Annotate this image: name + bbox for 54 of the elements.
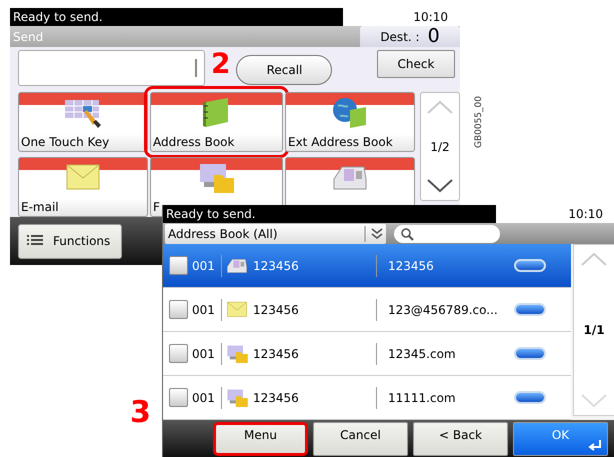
entry-name: 123456 — [253, 258, 300, 273]
enter-icon — [588, 440, 602, 452]
address-row[interactable]: 001 123456 12345.com — [163, 332, 572, 376]
page-indicator: 1/1 — [584, 323, 605, 338]
row-checkbox[interactable] — [169, 300, 188, 320]
detail-button[interactable] — [514, 303, 546, 316]
page-indicator: 1/2 — [430, 140, 450, 154]
row-checkbox[interactable] — [169, 256, 188, 276]
entry-address: 123@456789.co... — [388, 302, 499, 317]
destination-tile[interactable]: E-mail — [18, 157, 148, 218]
entry-address: 11111.com — [388, 390, 457, 405]
check-button[interactable]: Check — [377, 50, 455, 78]
detail-button[interactable] — [514, 259, 546, 272]
functions-button[interactable]: Functions — [18, 224, 122, 259]
detail-button[interactable] — [514, 391, 546, 404]
address-book-dropdown[interactable]: Address Book (All) — [165, 224, 386, 244]
destination-label: Dest. : — [380, 30, 420, 44]
entry-number: 001 — [192, 346, 216, 361]
address-row[interactable]: 001 123456 11111.com — [163, 376, 572, 420]
destination-tile[interactable]: Ext Address Book — [285, 92, 415, 152]
folder-icon — [225, 342, 249, 365]
entry-name: 123456 — [253, 346, 300, 361]
entry-address: 123456 — [388, 258, 435, 273]
status-message: Ready to send. — [10, 8, 343, 26]
search-icon — [400, 226, 414, 241]
row-checkbox[interactable] — [169, 344, 188, 364]
action-button[interactable]: OK — [513, 422, 608, 456]
entry-address: 12345.com — [388, 346, 457, 361]
entry-number: 001 — [192, 302, 216, 317]
status-message: Ready to send. — [163, 205, 496, 223]
recall-button[interactable]: Recall — [236, 55, 332, 86]
address-row[interactable]: 001 123456 123456 — [163, 244, 572, 288]
destination-tile[interactable]: One Touch Key — [18, 92, 148, 152]
action-button[interactable]: Menu — [213, 422, 308, 456]
detail-button[interactable] — [514, 347, 546, 360]
step-number: 3 — [130, 398, 151, 428]
action-button[interactable]: < Back — [413, 422, 508, 456]
address-row[interactable]: 001 123456 123@456789.co... — [163, 288, 572, 332]
destination-field[interactable] — [18, 50, 205, 86]
folder-icon — [225, 386, 249, 409]
action-button[interactable]: Cancel — [313, 422, 408, 456]
step-number: 2 — [211, 50, 230, 78]
entry-name: 123456 — [253, 390, 300, 405]
destination-count: 0 — [428, 27, 440, 46]
entry-name: 123456 — [253, 302, 300, 317]
figure-code: GB0055_00 — [474, 96, 484, 148]
search-field[interactable] — [394, 224, 500, 243]
entry-number: 001 — [192, 390, 216, 405]
scroll-down-button[interactable] — [425, 178, 455, 194]
entry-number: 001 — [192, 258, 216, 273]
screen-title: Send — [13, 30, 44, 44]
clock: 10:10 — [413, 10, 448, 24]
clock: 10:10 — [568, 206, 603, 221]
row-checkbox[interactable] — [169, 388, 188, 408]
